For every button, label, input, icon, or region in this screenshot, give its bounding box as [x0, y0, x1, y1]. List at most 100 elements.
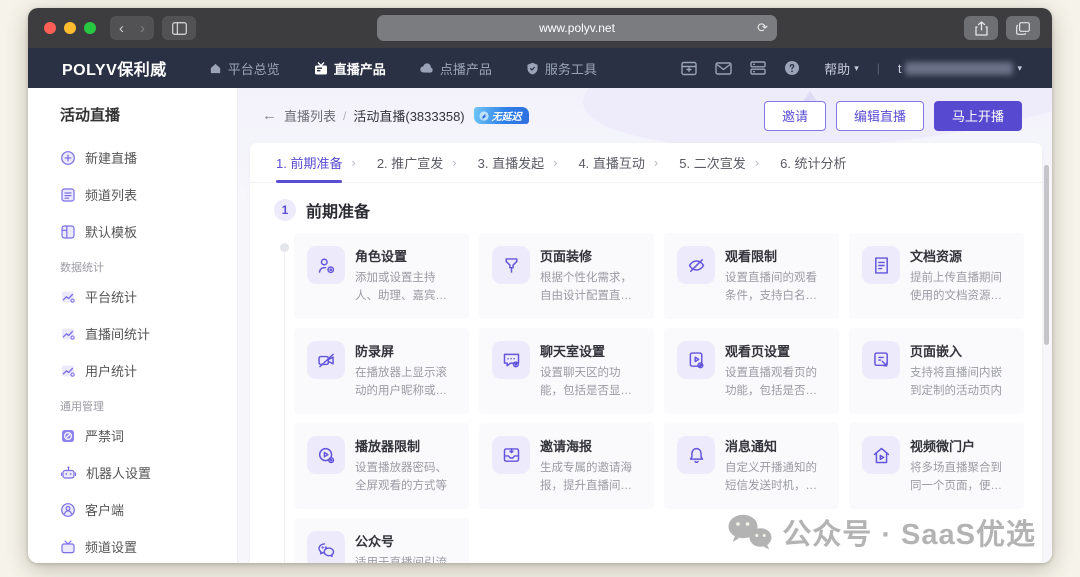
forbidden-icon	[60, 428, 76, 444]
sidebar-item-label: 机器人设置	[86, 463, 151, 482]
menu-item-live-products[interactable]: 直播产品	[314, 59, 386, 78]
chart-icon	[60, 326, 76, 342]
chevron-right-icon: ›	[553, 155, 557, 170]
user-account-dropdown[interactable]: t ▾	[898, 61, 1022, 76]
start-live-button[interactable]: 马上开播	[934, 101, 1022, 131]
card-wechat-official[interactable]: 公众号 适用于直播间引流至公众号或客服，沉淀用户至私域...	[294, 518, 469, 563]
watch-page-icon	[677, 341, 715, 379]
url-bar[interactable]: www.polyv.net ⟳	[377, 15, 777, 41]
card-anti-screen-record[interactable]: 防录屏 在播放器上显示滚动的用户昵称或固定文字，达到防...	[294, 328, 469, 414]
help-label: 帮助	[824, 59, 850, 78]
card-title: 视频微门户	[910, 436, 1012, 455]
minimize-window-button[interactable]	[64, 22, 76, 34]
paint-icon	[492, 246, 530, 284]
timeline-line	[284, 251, 285, 563]
card-invite-poster[interactable]: 邀请海报 生成专属的邀请海报，提升直播间分享裂变的效果	[479, 423, 654, 509]
tab-second-promotion[interactable]: 5. 二次宣发 ›	[679, 143, 780, 183]
card-player-restriction[interactable]: 播放器限制 设置播放器密码、全屏观看的方式等	[294, 423, 469, 509]
sidebar-item-user-stats[interactable]: 用户统计	[60, 352, 237, 389]
question-circle-icon	[784, 60, 800, 76]
forward-icon[interactable]: ›	[135, 21, 150, 36]
card-message-notification[interactable]: 消息通知 自定义开播通知的短信发送时机，观众预约直播后，...	[664, 423, 839, 509]
sidebar-item-label: 用户统计	[85, 361, 137, 380]
mail-icon	[715, 62, 732, 75]
home-icon	[209, 62, 222, 75]
cloud-icon	[420, 62, 434, 74]
sidebar-item-default-template[interactable]: 默认模板	[60, 213, 237, 250]
sidebar-item-banned-words[interactable]: 严禁词	[60, 417, 237, 454]
sidebar-item-new-live[interactable]: 新建直播	[60, 139, 237, 176]
tab-live-interaction[interactable]: 4. 直播互动 ›	[578, 143, 679, 183]
share-button[interactable]	[964, 16, 998, 40]
breadcrumb: ← 直播列表 / 活动直播(3833358) 无延迟	[262, 106, 529, 125]
sidebar-item-channel-settings[interactable]: 频道设置	[60, 528, 237, 563]
tabs-overview-icon	[1016, 22, 1030, 35]
card-page-embed[interactable]: 页面嵌入 支持将直播间内嵌到定制的活动页内	[849, 328, 1024, 414]
card-title: 播放器限制	[355, 436, 457, 455]
tab-promotion[interactable]: 2. 推广宣发 ›	[377, 143, 478, 183]
menu-label: 服务工具	[545, 59, 597, 78]
breadcrumb-parent[interactable]: 直播列表	[284, 106, 336, 125]
edit-live-button[interactable]: 编辑直播	[836, 101, 924, 131]
tab-live-launch[interactable]: 3. 直播发起 ›	[478, 143, 579, 183]
eye-off-icon	[677, 246, 715, 284]
sidebar-item-label: 客户端	[85, 500, 124, 519]
wechat-icon	[307, 531, 345, 563]
feature-card-grid: 角色设置 添加或设置主持人、助理、嘉宾的信息，以及新增助... 页面装修 根据个…	[294, 233, 1024, 563]
card-desc: 设置聊天区的功能，包括是否显示欢迎语、是否支持...	[540, 365, 642, 401]
card-title: 聊天室设置	[540, 341, 642, 360]
sidebar-item-platform-stats[interactable]: 平台统计	[60, 278, 237, 315]
card-title: 观看页设置	[725, 341, 827, 360]
sidebar-item-client[interactable]: 客户端	[60, 491, 237, 528]
card-desc: 支持将直播间内嵌到定制的活动页内	[910, 365, 1012, 401]
bell-icon	[677, 436, 715, 474]
card-page-decoration[interactable]: 页面装修 根据个性化需求，自由设计配置直播间元素，支持自...	[479, 233, 654, 319]
client-icon	[60, 502, 76, 518]
reload-icon[interactable]: ⟳	[757, 20, 768, 36]
history-nav: ‹ ›	[110, 16, 154, 40]
card-chatroom-settings[interactable]: 聊天室设置 设置聊天区的功能，包括是否显示欢迎语、是否支持...	[479, 328, 654, 414]
zoom-window-button[interactable]	[84, 22, 96, 34]
tab-preparation[interactable]: 1. 前期准备 ›	[276, 143, 377, 183]
menu-item-vod-products[interactable]: 点播产品	[420, 59, 492, 78]
tab-label: 2. 推广宣发	[377, 143, 443, 183]
card-desc: 设置播放器密码、全屏观看的方式等	[355, 460, 457, 496]
sidebar-item-channel-list[interactable]: 频道列表	[60, 176, 237, 213]
card-video-portal[interactable]: 视频微门户 将多场直播聚合到同一个页面，便于活动前期的宣发...	[849, 423, 1024, 509]
menu-label: 直播产品	[334, 59, 386, 78]
card-title: 观看限制	[725, 246, 827, 265]
menu-item-service-tools[interactable]: 服务工具	[526, 59, 597, 78]
chevron-right-icon: ›	[755, 155, 759, 170]
tab-statistics[interactable]: 6. 统计分析	[780, 143, 846, 183]
polyv-logo[interactable]: POLYV保利威	[62, 56, 167, 80]
invite-button[interactable]: 邀请	[764, 101, 826, 131]
back-icon[interactable]: ‹	[114, 21, 129, 36]
tabs-overview-button[interactable]	[1006, 16, 1040, 40]
card-watch-page-settings[interactable]: 观看页设置 设置直播观看页的功能，包括是否允许移动端观看等	[664, 328, 839, 414]
card-watch-restriction[interactable]: 观看限制 设置直播间的观看条件，支持白名单、报名观看、验...	[664, 233, 839, 319]
sidebar-toggle-button[interactable]	[162, 16, 196, 40]
portal-icon	[862, 436, 900, 474]
card-desc: 添加或设置主持人、助理、嘉宾的信息，以及新增助...	[355, 270, 457, 306]
scrollbar-thumb[interactable]	[1044, 165, 1049, 345]
close-window-button[interactable]	[44, 22, 56, 34]
help-center-button[interactable]	[784, 60, 800, 76]
storage-button[interactable]	[681, 61, 697, 76]
console-button[interactable]	[750, 61, 766, 75]
player-limit-icon	[307, 436, 345, 474]
card-document-resources[interactable]: 文档资源 提前上传直播期间使用的文档资源，减少直播中的失...	[849, 233, 1024, 319]
back-arrow-icon[interactable]: ←	[262, 107, 277, 124]
help-dropdown[interactable]: 帮助 ▾	[824, 59, 859, 78]
plus-circle-icon	[60, 150, 76, 166]
card-desc: 在播放器上显示滚动的用户昵称或固定文字，达到防...	[355, 365, 457, 401]
messages-button[interactable]	[715, 62, 732, 75]
menu-item-platform-overview[interactable]: 平台总览	[209, 59, 280, 78]
live-tv-icon	[314, 62, 328, 75]
card-role-settings[interactable]: 角色设置 添加或设置主持人、助理、嘉宾的信息，以及新增助...	[294, 233, 469, 319]
card-title: 角色设置	[355, 246, 457, 265]
channel-list-icon	[60, 187, 76, 203]
sidebar-item-robot-settings[interactable]: 机器人设置	[60, 454, 237, 491]
sidebar-item-room-stats[interactable]: 直播间统计	[60, 315, 237, 352]
card-desc: 生成专属的邀请海报，提升直播间分享裂变的效果	[540, 460, 642, 496]
sidebar-toggle-icon	[172, 22, 187, 35]
